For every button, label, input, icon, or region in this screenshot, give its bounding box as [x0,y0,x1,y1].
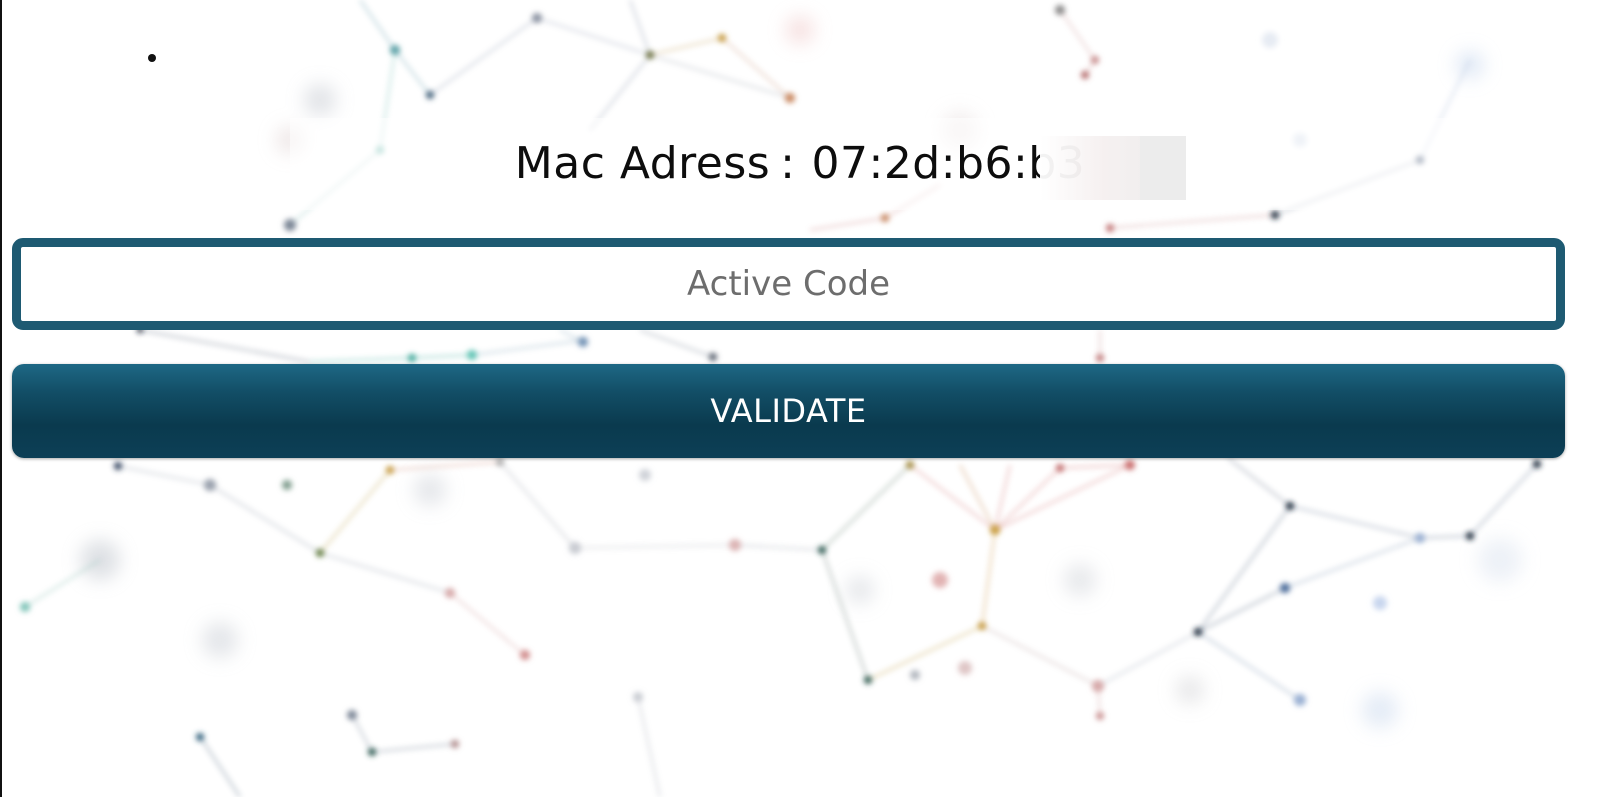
activation-screen: Mac Adress : 07:2d:b6:b3 VALIDATE [0,0,1600,797]
active-code-input[interactable] [21,247,1556,321]
mac-address-separator: : [780,137,796,189]
dot-decoration [148,54,156,62]
validate-button[interactable]: VALIDATE [12,364,1565,458]
redaction-mask-edge [1140,136,1186,200]
mac-address-label: Mac Adress [514,137,771,189]
mac-address-row: Mac Adress : 07:2d:b6:b3 [0,128,1600,198]
active-code-field [12,238,1565,330]
window-edge [0,0,2,797]
